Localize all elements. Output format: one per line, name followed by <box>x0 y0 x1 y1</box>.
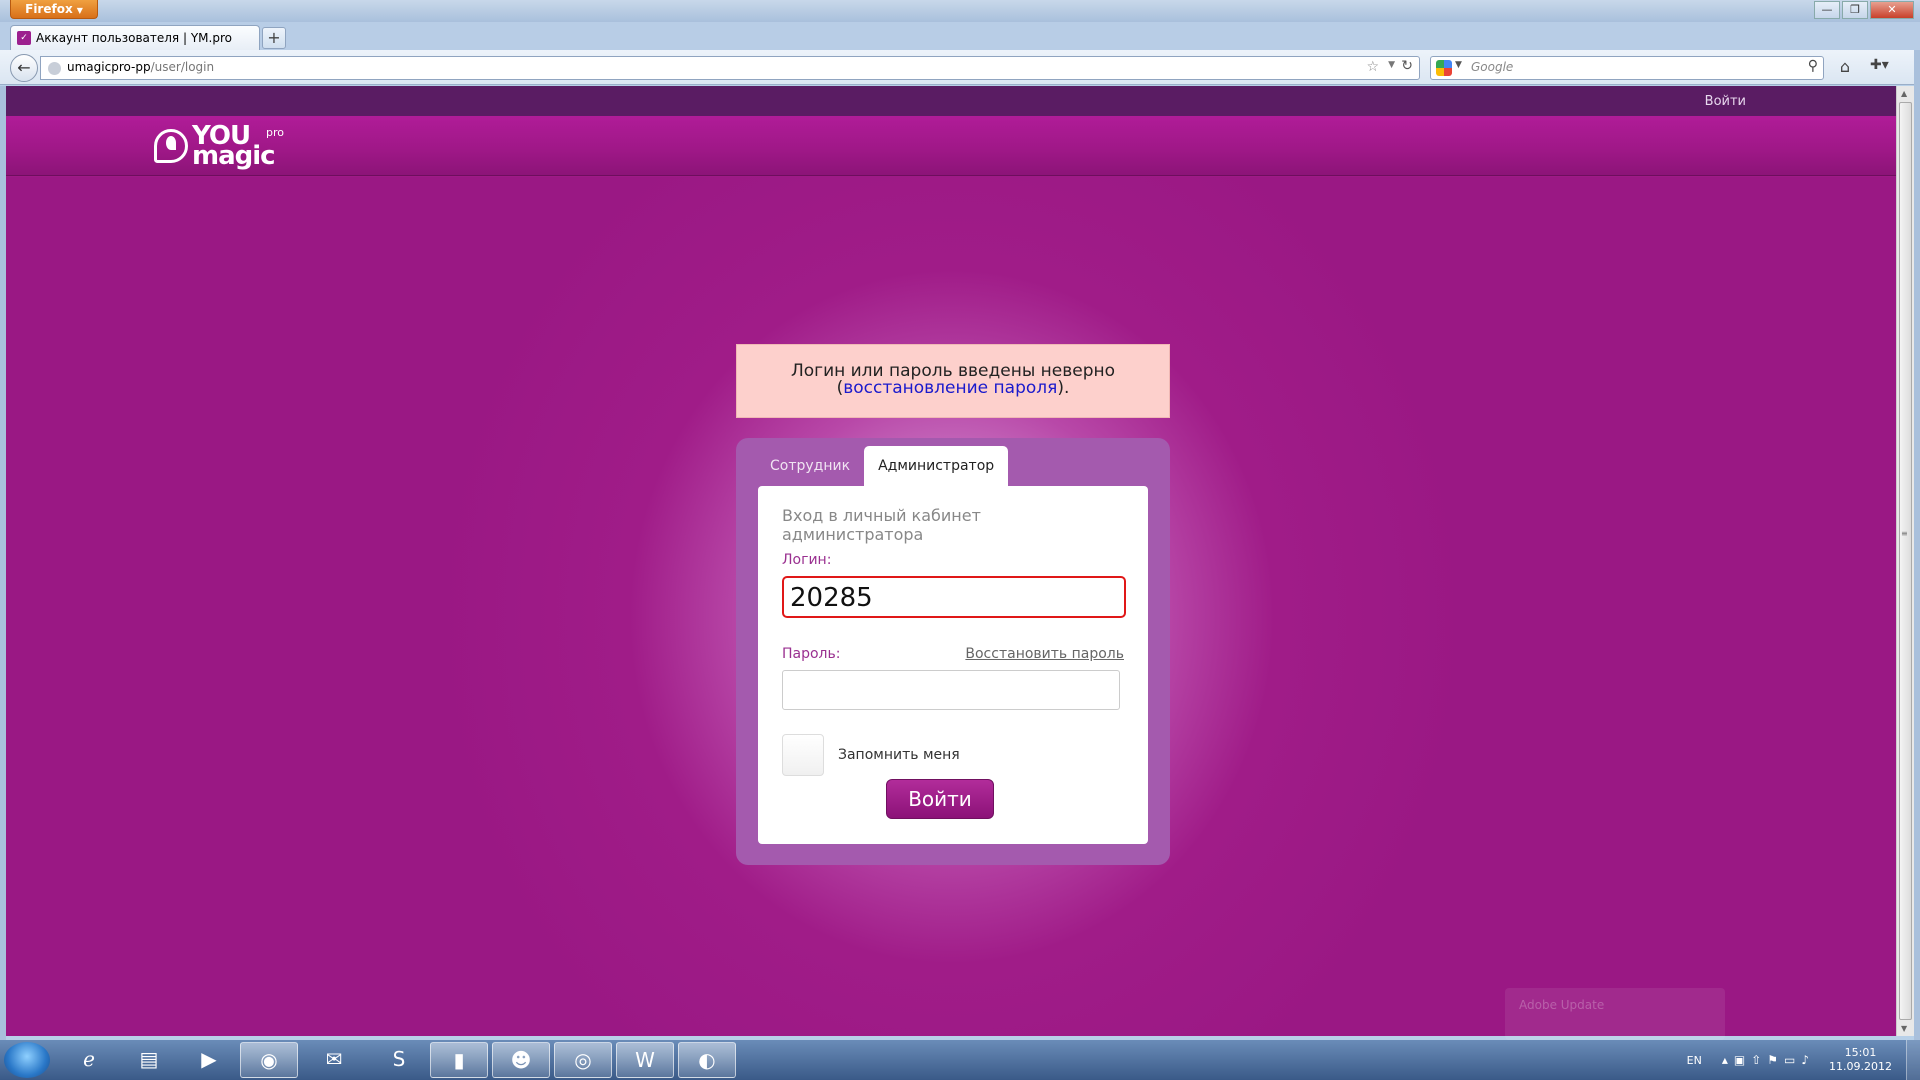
globe-icon <box>48 62 61 75</box>
search-engine-dropdown-icon[interactable]: ▼ <box>1455 60 1462 70</box>
password-label: Пароль: <box>782 646 841 662</box>
dropdown-arrow-icon: ▼ <box>76 6 83 15</box>
logo-bird-icon <box>154 129 188 163</box>
home-icon[interactable]: ⌂ <box>1834 57 1856 79</box>
terminal-icon[interactable]: ▮ <box>430 1042 488 1078</box>
github-icon[interactable]: ◎ <box>554 1042 612 1078</box>
minimize-button[interactable]: — <box>1814 1 1840 19</box>
internet-explorer-icon[interactable]: ℯ <box>60 1042 118 1078</box>
word-icon[interactable]: W <box>616 1042 674 1078</box>
firefox-taskbar-icon[interactable]: ◉ <box>240 1042 298 1078</box>
restore-password-link[interactable]: Восстановить пароль <box>965 646 1124 662</box>
system-tray: EN ▴▣⇧⚑▭♪ 15:01 11.09.2012 <box>1687 1040 1920 1080</box>
back-button[interactable]: ← <box>10 54 38 82</box>
search-placeholder: Google <box>1471 60 1514 74</box>
window-titlebar: Firefox ▼ — ❐ ✕ <box>0 0 1920 22</box>
password-recovery-link[interactable]: восстановление пароля <box>843 378 1057 398</box>
login-label: Логин: <box>782 552 832 568</box>
show-desktop-button[interactable] <box>1906 1040 1920 1080</box>
site-favicon-icon: ✓ <box>17 31 31 45</box>
login-input[interactable]: 20285 <box>782 576 1126 618</box>
file-explorer-icon[interactable]: ▤ <box>120 1042 178 1078</box>
login-form: Вход в личный кабинет администратора Лог… <box>758 486 1148 844</box>
logo-magic: magic <box>192 141 276 171</box>
search-icon[interactable]: ⚲ <box>1808 58 1818 74</box>
login-submit-button[interactable]: Войти <box>886 779 994 819</box>
page-viewport: Войти YOU magic pro Логин или пароль вве… <box>6 86 1896 1036</box>
skype-icon[interactable]: S <box>370 1042 428 1078</box>
tab-employee[interactable]: Сотрудник <box>756 446 864 486</box>
eclipse-icon[interactable]: ◐ <box>678 1042 736 1078</box>
error-close-paren: ). <box>1057 378 1070 398</box>
window-controls: — ❐ ✕ <box>1812 1 1914 19</box>
close-window-button[interactable]: ✕ <box>1870 1 1914 19</box>
restore-button[interactable]: ❐ <box>1842 1 1868 19</box>
google-icon[interactable] <box>1436 60 1452 76</box>
youmagic-logo[interactable]: YOU magic pro <box>154 123 284 171</box>
tray-icons[interactable]: ▴▣⇧⚑▭♪ <box>1722 1053 1815 1067</box>
top-login-link[interactable]: Войти <box>1705 94 1746 109</box>
firefox-menu-button[interactable]: Firefox ▼ <box>10 0 98 19</box>
url-host: umagicpro-pp <box>67 60 151 74</box>
remember-me-checkbox[interactable] <box>782 734 824 776</box>
logo-pro: pro <box>266 126 284 139</box>
logo-text: YOU magic <box>192 123 276 171</box>
navigation-toolbar: ← umagicpro-pp/user/login ☆ ▼ ↻ ▼ Google… <box>0 50 1920 85</box>
remember-me-row: Запомнить меня <box>782 734 1124 776</box>
window-frame-right <box>1914 50 1920 1040</box>
password-input[interactable] <box>782 670 1120 710</box>
vertical-scrollbar[interactable]: ▲ ≡ ▼ <box>1896 86 1914 1036</box>
clock[interactable]: 15:01 11.09.2012 <box>1829 1046 1892 1074</box>
tab-title: Аккаунт пользователя | YM.pro <box>36 31 232 45</box>
scroll-down-icon[interactable]: ▼ <box>1901 1024 1907 1033</box>
adobe-update-notification[interactable]: Adobe Update <box>1505 988 1725 1040</box>
alien-app-icon[interactable]: ☻ <box>492 1042 550 1078</box>
password-label-row: Пароль: Восстановить пароль <box>782 646 1124 662</box>
clock-date: 11.09.2012 <box>1829 1060 1892 1073</box>
search-bar[interactable]: ▼ Google ⚲ <box>1430 56 1824 80</box>
login-panel: Сотрудник Администратор Вход в личный ка… <box>736 438 1170 865</box>
browser-tab[interactable]: ✓ Аккаунт пользователя | YM.pro <box>10 25 260 50</box>
remember-me-label[interactable]: Запомнить меня <box>838 747 960 763</box>
clock-time: 15:01 <box>1844 1046 1877 1059</box>
mail-icon[interactable]: ✉ <box>305 1042 363 1078</box>
address-bar[interactable]: umagicpro-pp/user/login ☆ ▼ ↻ <box>40 56 1420 80</box>
site-header <box>6 116 1896 176</box>
error-message: Логин или пароль введены неверно (восста… <box>736 344 1170 418</box>
scrollbar-thumb[interactable] <box>1899 102 1912 1020</box>
new-tab-button[interactable]: + <box>262 27 286 49</box>
history-dropdown-icon[interactable]: ▼ <box>1388 60 1395 70</box>
windows-taskbar: ℯ ▤ ▶ ◉ ✉ S ▮ ☻ ◎ W ◐ EN ▴▣⇧⚑▭♪ 15:01 11… <box>0 1040 1920 1080</box>
scrollbar-grip-icon: ≡ <box>1901 529 1908 538</box>
start-button[interactable] <box>4 1042 50 1078</box>
firefox-menu-label: Firefox <box>25 2 73 16</box>
bookmarks-menu-icon[interactable]: ✚▾ <box>1870 57 1910 79</box>
reload-icon[interactable]: ↻ <box>1401 58 1413 74</box>
tab-strip: ✓ Аккаунт пользователя | YM.pro + <box>0 22 1920 50</box>
media-player-icon[interactable]: ▶ <box>180 1042 238 1078</box>
login-tabs: Сотрудник Администратор <box>756 446 1009 486</box>
scroll-up-icon[interactable]: ▲ <box>1901 89 1907 98</box>
tab-administrator[interactable]: Администратор <box>864 446 1009 486</box>
bookmark-star-icon[interactable]: ☆ <box>1366 59 1379 75</box>
language-indicator[interactable]: EN <box>1687 1054 1702 1067</box>
form-heading: Вход в личный кабинет администратора <box>782 506 981 544</box>
site-top-strip: Войти <box>6 86 1896 116</box>
url-path: /user/login <box>150 60 215 74</box>
